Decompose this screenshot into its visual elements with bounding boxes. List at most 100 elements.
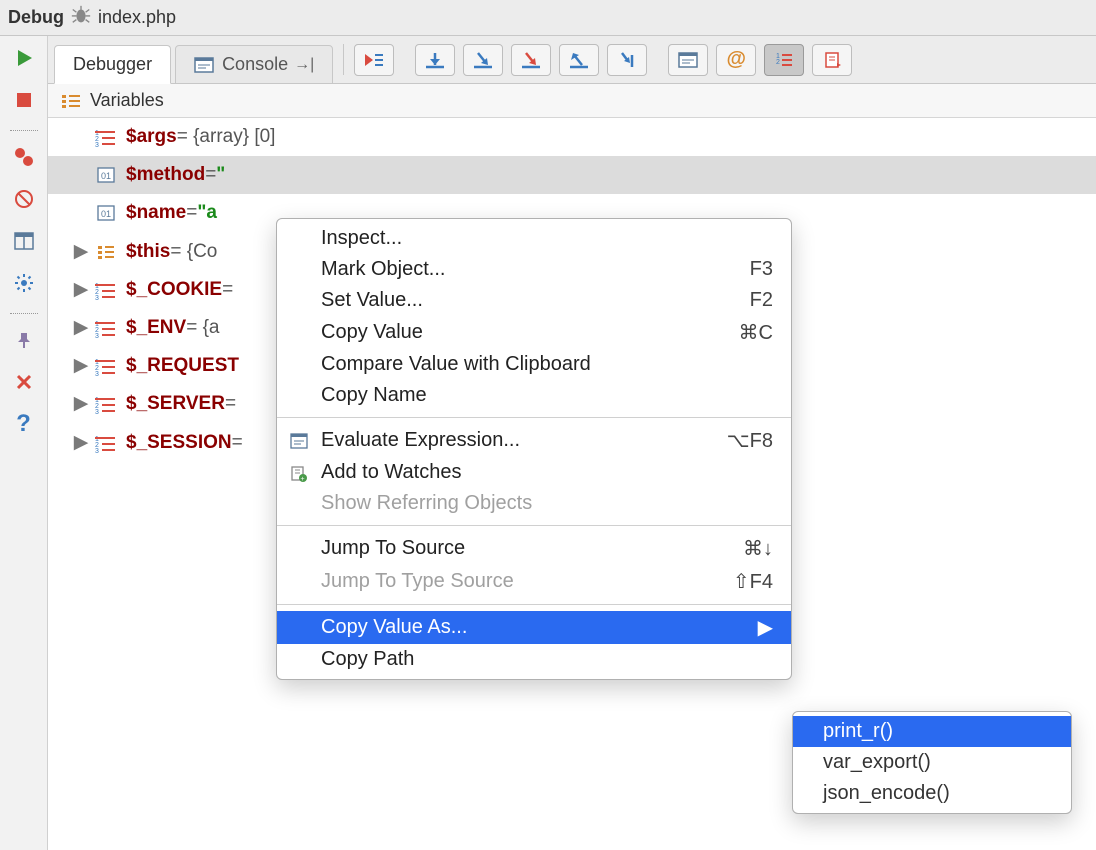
menu-mark-object[interactable]: Mark Object...F3 <box>277 254 791 285</box>
settings-icon[interactable] <box>8 267 40 299</box>
sidebar-separator <box>10 313 38 314</box>
pin-icon[interactable] <box>8 324 40 356</box>
variable-type-icon: 01 <box>94 203 118 223</box>
variable-suffix: = <box>222 273 233 307</box>
menu-add-to-watches[interactable]: + Add to Watches <box>277 457 791 488</box>
run-to-cursor-button[interactable] <box>607 44 647 76</box>
menu-separator <box>277 604 791 605</box>
menu-compare-clipboard[interactable]: Compare Value with Clipboard <box>277 349 791 380</box>
watches-icon: + <box>287 463 311 485</box>
variable-name: $name <box>126 196 186 230</box>
expand-icon[interactable]: ▶ <box>72 235 90 269</box>
menu-jump-to-type-source: Jump To Type Source⇧F4 <box>277 565 791 598</box>
variable-row[interactable]: 123$args = {array} [0] <box>48 118 1096 156</box>
menu-copy-path[interactable]: Copy Path <box>277 644 791 675</box>
variable-type-icon: 123 <box>94 280 118 300</box>
close-icon[interactable] <box>8 366 40 398</box>
svg-text:01: 01 <box>101 171 111 181</box>
at-symbol-button[interactable]: @ <box>716 44 756 76</box>
sidebar-separator <box>10 130 38 131</box>
variable-suffix: = <box>186 196 197 230</box>
tab-label: Debugger <box>73 54 152 75</box>
variable-type-icon: 123 <box>94 433 118 453</box>
menu-copy-value-as[interactable]: Copy Value As...▶ <box>277 611 791 644</box>
variable-name: $_SERVER <box>126 387 225 421</box>
variable-name: $_SESSION <box>126 426 232 460</box>
mute-breakpoints-icon[interactable] <box>8 183 40 215</box>
tab-arrow-icon: →| <box>294 56 314 74</box>
sort-button[interactable]: 12 <box>764 44 804 76</box>
submenu-json-encode[interactable]: json_encode() <box>793 778 1071 809</box>
svg-text:3: 3 <box>95 409 99 414</box>
variable-type-icon: 123 <box>94 394 118 414</box>
watches-button[interactable] <box>812 44 852 76</box>
expand-icon[interactable]: ▶ <box>72 311 90 345</box>
variable-row[interactable]: 01 $method = " <box>48 156 1096 194</box>
layout-icon[interactable] <box>8 225 40 257</box>
tab-debugger[interactable]: Debugger <box>54 45 171 84</box>
variables-icon <box>60 92 82 110</box>
tab-label: Console <box>222 54 288 75</box>
expand-icon[interactable]: ▶ <box>72 273 90 307</box>
variable-type-icon <box>94 242 118 262</box>
variable-value: " <box>216 158 225 192</box>
tab-console[interactable]: Console →| <box>175 45 333 84</box>
svg-text:3: 3 <box>95 295 99 300</box>
submenu-var-export[interactable]: var_export() <box>793 747 1071 778</box>
help-icon[interactable]: ? <box>8 408 40 440</box>
svg-text:3: 3 <box>95 448 99 453</box>
variable-suffix: = <box>232 426 243 460</box>
resume-button[interactable] <box>8 42 40 74</box>
expand-icon[interactable]: ▶ <box>72 349 90 383</box>
submenu-print-r[interactable]: print_r() <box>793 716 1071 747</box>
expand-icon[interactable]: ▶ <box>72 426 90 460</box>
debug-sidebar: ? <box>0 36 48 850</box>
variable-value: "a <box>197 196 217 230</box>
svg-text:3: 3 <box>95 371 99 376</box>
variable-name: $method <box>126 158 205 192</box>
variable-name: $_ENV <box>126 311 186 345</box>
svg-text:3: 3 <box>95 333 99 338</box>
menu-copy-name[interactable]: Copy Name <box>277 380 791 411</box>
breakpoints-icon[interactable] <box>8 141 40 173</box>
context-menu: Inspect... Mark Object...F3 Set Value...… <box>276 218 792 680</box>
menu-copy-value[interactable]: Copy Value⌘C <box>277 316 791 349</box>
calculator-icon <box>287 430 311 452</box>
menu-separator <box>277 417 791 418</box>
variable-name: $args <box>126 120 177 154</box>
step-over-button[interactable] <box>415 44 455 76</box>
variable-name: $this <box>126 235 170 269</box>
variable-suffix: = <box>205 158 216 192</box>
variable-name: $_COOKIE <box>126 273 222 307</box>
debug-label: Debug <box>8 7 64 28</box>
variable-type-icon: 123 <box>94 318 118 338</box>
expand-icon[interactable]: ▶ <box>72 387 90 421</box>
show-execution-point-button[interactable] <box>354 44 394 76</box>
step-into-button[interactable] <box>463 44 503 76</box>
menu-evaluate-expression[interactable]: Evaluate Expression...⌥F8 <box>277 424 791 457</box>
menu-set-value[interactable]: Set Value...F2 <box>277 285 791 316</box>
stop-button[interactable] <box>8 84 40 116</box>
submenu-arrow-icon: ▶ <box>758 615 773 640</box>
force-step-into-button[interactable] <box>511 44 551 76</box>
console-icon <box>194 57 214 73</box>
variables-panel-header: Variables <box>48 84 1096 118</box>
evaluate-expression-button[interactable] <box>668 44 708 76</box>
file-name: index.php <box>98 7 176 28</box>
variable-type-icon: 123 <box>94 356 118 376</box>
variable-type-icon: 123 <box>94 127 118 147</box>
variable-type-icon: 01 <box>94 165 118 185</box>
menu-show-referring-objects: Show Referring Objects <box>277 488 791 519</box>
debugger-tabbar: Debugger Console →| <box>48 36 1096 84</box>
step-out-button[interactable] <box>559 44 599 76</box>
svg-text:3: 3 <box>95 142 99 147</box>
toolbar-separator <box>343 44 344 75</box>
panel-title: Variables <box>90 90 164 111</box>
copy-value-as-submenu: print_r() var_export() json_encode() <box>792 711 1072 814</box>
menu-inspect[interactable]: Inspect... <box>277 223 791 254</box>
menu-jump-to-source[interactable]: Jump To Source⌘↓ <box>277 532 791 565</box>
variable-suffix: = {a <box>186 311 219 345</box>
variable-name: $_REQUEST <box>126 349 239 383</box>
variable-suffix: = <box>225 387 236 421</box>
svg-text:2: 2 <box>776 59 780 66</box>
